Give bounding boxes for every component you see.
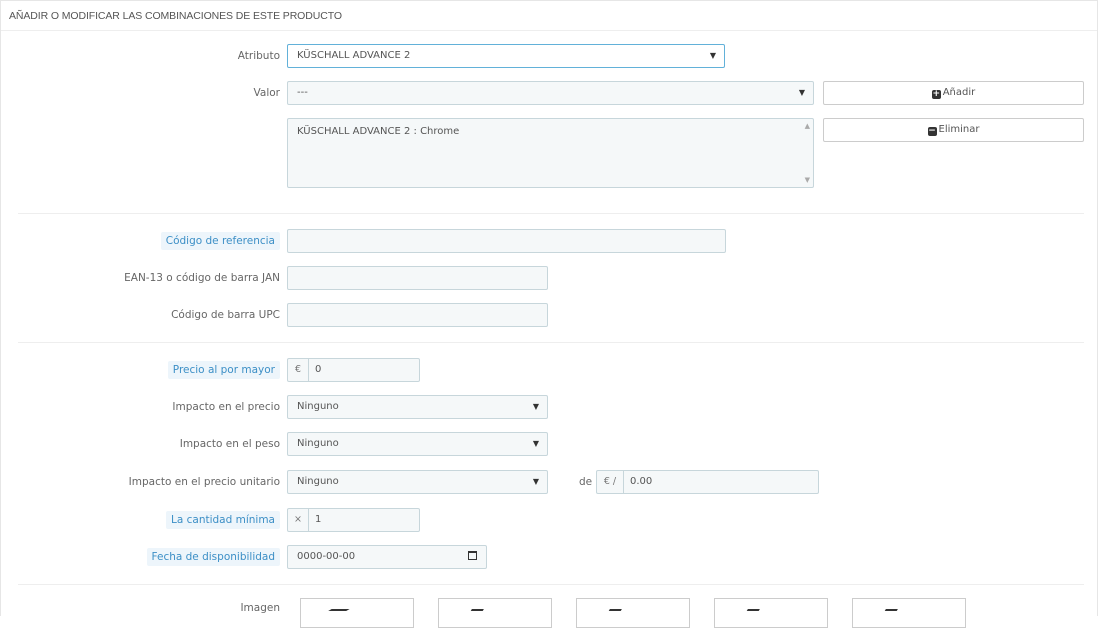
chevron-down-icon: ▼ <box>532 402 539 411</box>
chevron-down-icon: ▼ <box>798 88 805 97</box>
image-thumbnail[interactable] <box>714 598 828 628</box>
weight-impact-label: Impacto en el peso <box>179 438 280 450</box>
attribute-label: Atributo <box>237 50 280 62</box>
price-impact-label: Impacto en el precio <box>172 401 280 413</box>
image-label: Imagen <box>240 602 280 614</box>
availability-value: 0000-00-00 <box>297 551 356 562</box>
minus-square-icon: − <box>927 126 937 136</box>
de-label: de <box>579 476 593 488</box>
unit-price-impact-label: Impacto en el precio unitario <box>128 476 280 488</box>
euro-per-addon: € / <box>597 471 624 493</box>
image-thumbnail[interactable] <box>576 598 690 628</box>
panel-heading: AÑADIR O MODIFICAR LAS COMBINACIONES DE … <box>1 1 1097 31</box>
wheelchair-image <box>466 609 484 619</box>
delete-button-label: Eliminar <box>938 124 980 135</box>
wholesale-label: Precio al por mayor <box>167 358 280 382</box>
wholesale-value: 0 <box>315 364 322 375</box>
unit-price-value: 0.00 <box>630 476 653 487</box>
reference-input[interactable] <box>287 229 726 253</box>
min-quantity-label: La cantidad mínima <box>165 508 280 532</box>
scroll-down-icon[interactable]: ▼ <box>805 176 810 184</box>
wheelchair-image <box>604 609 622 619</box>
image-thumbnail[interactable] <box>300 598 414 628</box>
availability-date-input[interactable]: 0000-00-00 <box>287 545 487 569</box>
divider <box>18 584 1084 585</box>
unit-price-input[interactable]: € / 0.00 <box>596 470 819 494</box>
ean13-input[interactable] <box>287 266 548 290</box>
image-thumbnail[interactable] <box>438 598 552 628</box>
wheelchair-image <box>314 609 350 619</box>
plus-square-icon: + <box>931 89 941 99</box>
valor-select-value: --- <box>297 87 308 98</box>
valor-select[interactable]: --- ▼ <box>287 81 814 105</box>
chevron-down-icon: ▼ <box>709 51 716 60</box>
ean13-label: EAN-13 o código de barra JAN <box>124 272 280 284</box>
unit-price-impact-value: Ninguno <box>297 476 339 487</box>
price-impact-select[interactable]: Ninguno ▼ <box>287 395 548 419</box>
wholesale-input[interactable]: € 0 <box>287 358 420 382</box>
availability-label: Fecha de disponibilidad <box>146 545 280 569</box>
add-button[interactable]: + Añadir <box>823 81 1084 105</box>
upc-input[interactable] <box>287 303 548 327</box>
divider <box>18 342 1084 343</box>
min-quantity-value: 1 <box>315 514 322 525</box>
divider <box>18 213 1084 214</box>
weight-impact-value: Ninguno <box>297 438 339 449</box>
calendar-icon[interactable] <box>468 551 477 560</box>
reference-label: Código de referencia <box>160 229 280 253</box>
chevron-down-icon: ▼ <box>532 439 539 448</box>
combination-option[interactable]: KÜSCHALL ADVANCE 2 : Chrome <box>297 126 459 137</box>
euro-addon: € <box>288 359 309 381</box>
add-button-label: Añadir <box>942 87 976 98</box>
upc-label: Código de barra UPC <box>171 309 280 321</box>
price-impact-value: Ninguno <box>297 401 339 412</box>
attribute-select-value: KÜSCHALL ADVANCE 2 <box>297 50 411 61</box>
wheelchair-image <box>742 609 760 619</box>
combination-listbox[interactable]: KÜSCHALL ADVANCE 2 : Chrome ▲ ▼ <box>287 118 814 188</box>
chevron-down-icon: ▼ <box>532 477 539 486</box>
valor-label: Valor <box>253 87 280 99</box>
image-thumbnail[interactable] <box>852 598 966 628</box>
times-addon: × <box>288 509 309 531</box>
attribute-select[interactable]: KÜSCHALL ADVANCE 2 ▼ <box>287 44 725 68</box>
min-quantity-input[interactable]: × 1 <box>287 508 420 532</box>
unit-price-impact-select[interactable]: Ninguno ▼ <box>287 470 548 494</box>
delete-button[interactable]: − Eliminar <box>823 118 1084 142</box>
weight-impact-select[interactable]: Ninguno ▼ <box>287 432 548 456</box>
scroll-up-icon[interactable]: ▲ <box>805 122 810 130</box>
wheelchair-image <box>880 609 898 619</box>
